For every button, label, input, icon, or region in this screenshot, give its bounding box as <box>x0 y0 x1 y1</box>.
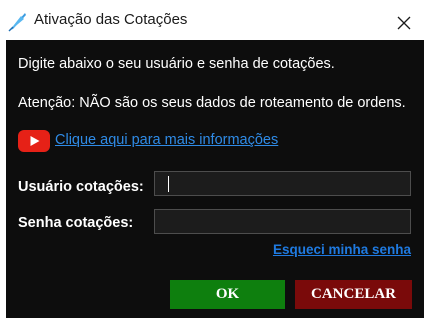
text-caret <box>168 176 169 192</box>
title-bar: Ativação das Cotações <box>0 0 430 40</box>
instruction-text: Digite abaixo o seu usuário e senha de c… <box>18 56 335 72</box>
close-icon <box>397 16 411 30</box>
cancel-button[interactable]: CANCELAR <box>295 280 412 309</box>
close-button[interactable] <box>386 9 422 37</box>
warning-text: Atenção: NÃO são os seus dados de roteam… <box>18 95 406 111</box>
forgot-password-link[interactable]: Esqueci minha senha <box>273 242 411 257</box>
quote-activation-window: Ativação das Cotações Digite abaixo o se… <box>0 0 430 326</box>
password-label: Senha cotações: <box>18 215 134 231</box>
username-label: Usuário cotações: <box>18 179 144 195</box>
dialog-body: Digite abaixo o seu usuário e senha de c… <box>6 40 424 318</box>
username-input[interactable] <box>154 171 411 196</box>
ok-button[interactable]: OK <box>170 280 285 309</box>
more-info-link[interactable]: Clique aqui para mais informações <box>55 132 278 148</box>
app-feather-icon <box>7 10 29 32</box>
youtube-icon[interactable] <box>18 130 50 152</box>
password-input[interactable] <box>154 209 411 234</box>
window-title: Ativação das Cotações <box>34 11 188 28</box>
